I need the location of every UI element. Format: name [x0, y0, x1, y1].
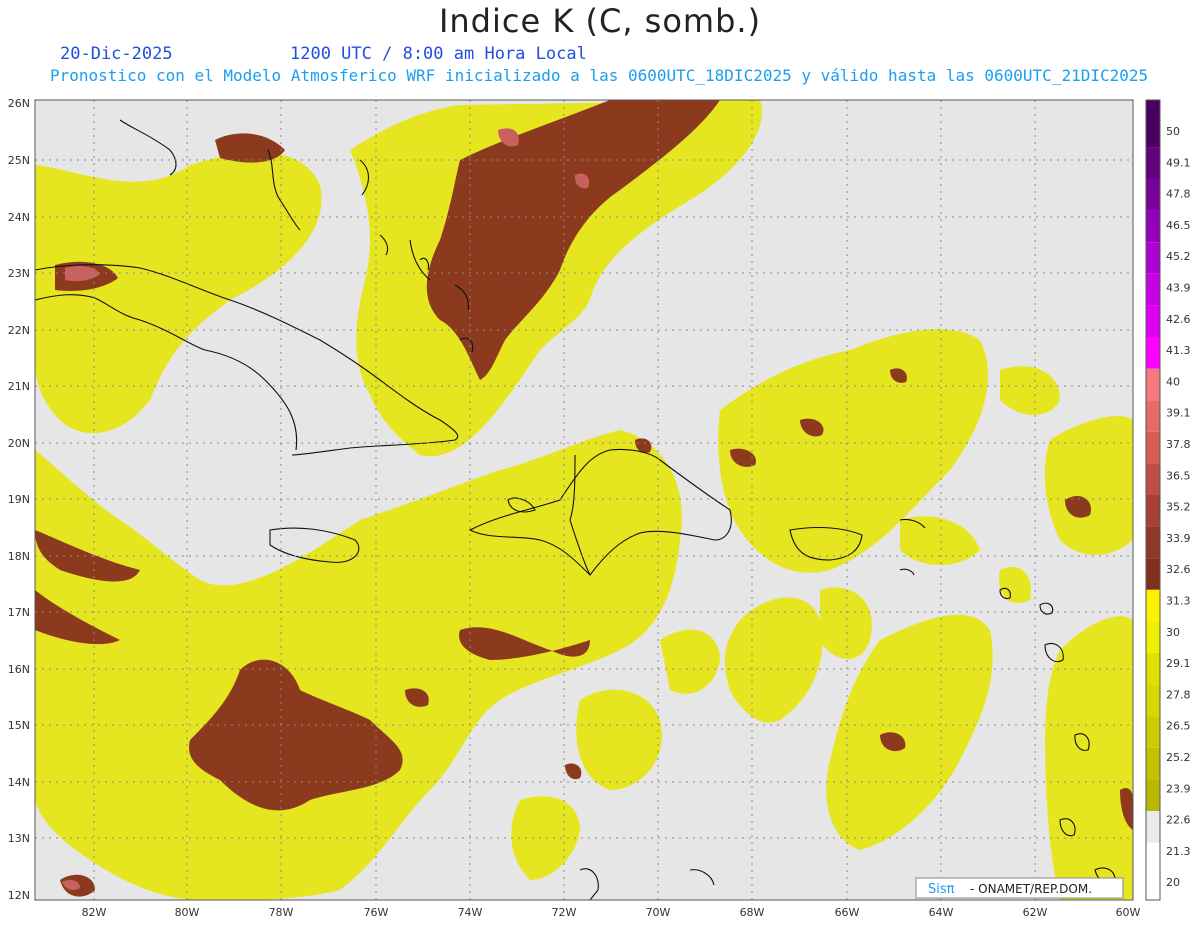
- lon-label: 78W: [269, 906, 294, 919]
- lon-label: 76W: [364, 906, 389, 919]
- colorbar-label: 40: [1166, 375, 1180, 388]
- colorbar-swatch: [1146, 589, 1160, 622]
- colorbar-swatch: [1146, 684, 1160, 717]
- colorbar-swatch: [1146, 337, 1160, 369]
- colorbar-swatch: [1146, 210, 1160, 243]
- lon-label: 72W: [552, 906, 577, 919]
- colorbar-label: 23.9: [1166, 782, 1191, 795]
- colorbar-label: 32.6: [1166, 563, 1191, 576]
- colorbar-label: 39.1: [1166, 407, 1191, 420]
- lat-label: 20N: [8, 437, 30, 450]
- longitude-labels: 82W 80W 78W 76W 74W 72W 70W 68W 66W 64W …: [82, 906, 1141, 919]
- colorbar-label: 47.8: [1166, 188, 1191, 201]
- lon-label: 82W: [82, 906, 107, 919]
- lat-label: 25N: [8, 154, 30, 167]
- colorbar-label: 21.3: [1166, 845, 1191, 858]
- colorbar-swatch: [1146, 242, 1160, 274]
- lon-label: 62W: [1023, 906, 1048, 919]
- colorbar-label: 35.2: [1166, 501, 1191, 514]
- lat-label: 23N: [8, 267, 30, 280]
- colorbar-swatch: [1146, 305, 1160, 337]
- lat-label: 26N: [8, 97, 30, 110]
- colorbar-label: 37.8: [1166, 438, 1191, 451]
- colorbar-swatch: [1146, 100, 1160, 148]
- lon-label: 68W: [740, 906, 765, 919]
- lon-label: 60W: [1116, 906, 1141, 919]
- lat-label: 18N: [8, 550, 30, 563]
- colorbar-label: 50: [1166, 125, 1180, 138]
- colorbar-swatch: [1146, 811, 1160, 843]
- colorbar-swatch: [1146, 779, 1160, 811]
- colorbar-label: 43.9: [1166, 282, 1191, 295]
- lat-label: 22N: [8, 324, 30, 337]
- lon-label: 80W: [175, 906, 200, 919]
- colorbar-label: 20: [1166, 876, 1180, 889]
- colorbar-swatch: [1146, 747, 1160, 780]
- colorbar-label: 49.1: [1166, 156, 1191, 169]
- colorbar-swatch: [1146, 368, 1160, 401]
- lat-label: 21N: [8, 380, 30, 393]
- colorbar-label: 33.9: [1166, 532, 1191, 545]
- colorbar-label: 31.3: [1166, 595, 1191, 608]
- lon-label: 74W: [458, 906, 483, 919]
- colorbar-label: 41.3: [1166, 344, 1191, 357]
- lat-label: 13N: [8, 832, 30, 845]
- colorbar-swatch: [1146, 495, 1160, 527]
- lat-label: 24N: [8, 211, 30, 224]
- lon-label: 66W: [835, 906, 860, 919]
- colorbar-label: 45.2: [1166, 250, 1191, 263]
- colorbar-swatch: [1146, 179, 1160, 211]
- colorbar-swatch: [1146, 653, 1160, 685]
- colorbar-label: 30: [1166, 626, 1180, 639]
- colorbar-swatch: [1146, 526, 1160, 559]
- k-index-map: 26N 25N 24N 23N 22N 21N 20N 19N 18N 17N …: [8, 97, 1191, 919]
- colorbar-label: 36.5: [1166, 469, 1191, 482]
- colorbar-label: 22.6: [1166, 814, 1191, 827]
- colorbar-label: 42.6: [1166, 313, 1191, 326]
- colorbar-swatch: [1146, 431, 1160, 464]
- lat-label: 16N: [8, 663, 30, 676]
- colorbar: 50 49.1 47.8 46.5 45.2 43.9 42.6 41.3 40 39.1 37.8…: [1145, 99, 1191, 901]
- credit-box: Sisπ - ONAMET/REP.DOM.: [915, 877, 1124, 899]
- colorbar-swatch: [1146, 621, 1160, 653]
- lon-label: 64W: [929, 906, 954, 919]
- latitude-labels: 26N 25N 24N 23N 22N 21N 20N 19N 18N 17N …: [8, 97, 30, 902]
- colorbar-label: 27.8: [1166, 688, 1191, 701]
- colorbar-label: 25.2: [1166, 751, 1191, 764]
- lat-label: 15N: [8, 719, 30, 732]
- lon-label: 70W: [646, 906, 671, 919]
- colorbar-swatch: [1146, 558, 1160, 590]
- colorbar-label: 46.5: [1166, 219, 1191, 232]
- colorbar-swatch: [1146, 147, 1160, 179]
- colorbar-swatch: [1146, 463, 1160, 495]
- colorbar-label: 26.5: [1166, 720, 1191, 733]
- credit-brand: Sisπ: [928, 882, 955, 897]
- lat-label: 12N: [8, 889, 30, 902]
- colorbar-swatch: [1146, 273, 1160, 306]
- lat-label: 19N: [8, 493, 30, 506]
- colorbar-label: 29.1: [1166, 657, 1191, 670]
- credit-text: - ONAMET/REP.DOM.: [970, 882, 1092, 896]
- colorbar-swatch: [1146, 716, 1160, 748]
- colorbar-swatch: [1146, 400, 1160, 432]
- lat-label: 14N: [8, 776, 30, 789]
- lat-label: 17N: [8, 606, 30, 619]
